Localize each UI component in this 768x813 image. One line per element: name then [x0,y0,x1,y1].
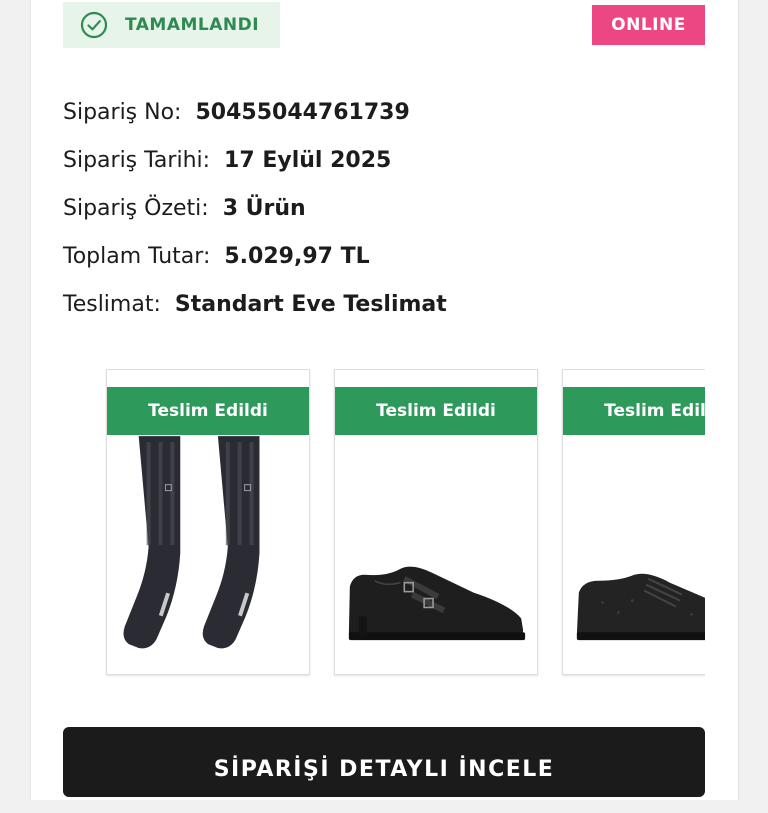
product-card-derby-shoe[interactable]: Teslim Edildi [562,369,705,675]
delivered-badge: Teslim Edildi [335,387,537,435]
order-date-row: Sipariş Tarihi: 17 Eylül 2025 [63,145,391,175]
delivered-badge: Teslim Edildi [107,387,309,435]
order-date-label: Sipariş Tarihi: [63,147,211,173]
order-summary-label: Sipariş Özeti: [63,195,209,221]
order-total-value: 5.029,97 TL [224,243,370,269]
status-text: TAMAMLANDI [125,15,260,35]
delivery-value: Standart Eve Teslimat [174,291,447,317]
channel-badge: ONLINE [592,5,705,45]
product-card-socks[interactable]: Teslim Edildi [106,369,310,675]
order-summary-row: Sipariş Özeti: 3 Ürün [63,193,306,223]
delivery-row: Teslimat: Standart Eve Teslimat [63,289,447,319]
derby-shoe-image [576,573,705,641]
order-total-row: Toplam Tutar: 5.029,97 TL [63,241,370,271]
sock-pair-image [123,436,260,649]
status-badge: TAMAMLANDI [63,2,280,48]
order-details-button[interactable]: SİPARİŞİ DETAYLI İNCELE [63,727,705,797]
order-date-value: 17 Eylül 2025 [224,147,392,173]
delivery-label: Teslimat: [63,291,161,317]
order-number-row: Sipariş No: 50455044761739 [63,97,410,127]
delivered-badge: Teslim Edildi [563,387,705,435]
order-number-label: Sipariş No: [63,99,182,125]
check-circle-icon [80,11,108,39]
order-total-label: Toplam Tutar: [63,243,211,269]
monk-strap-shoe-image [348,566,526,641]
product-card-monk-shoe[interactable]: Teslim Edildi [334,369,538,675]
product-carousel[interactable]: Teslim Edildi Teslim Edildi Teslim Edil [105,369,705,681]
order-summary-value: 3 Ürün [222,195,306,221]
order-number-value: 50455044761739 [195,99,410,125]
